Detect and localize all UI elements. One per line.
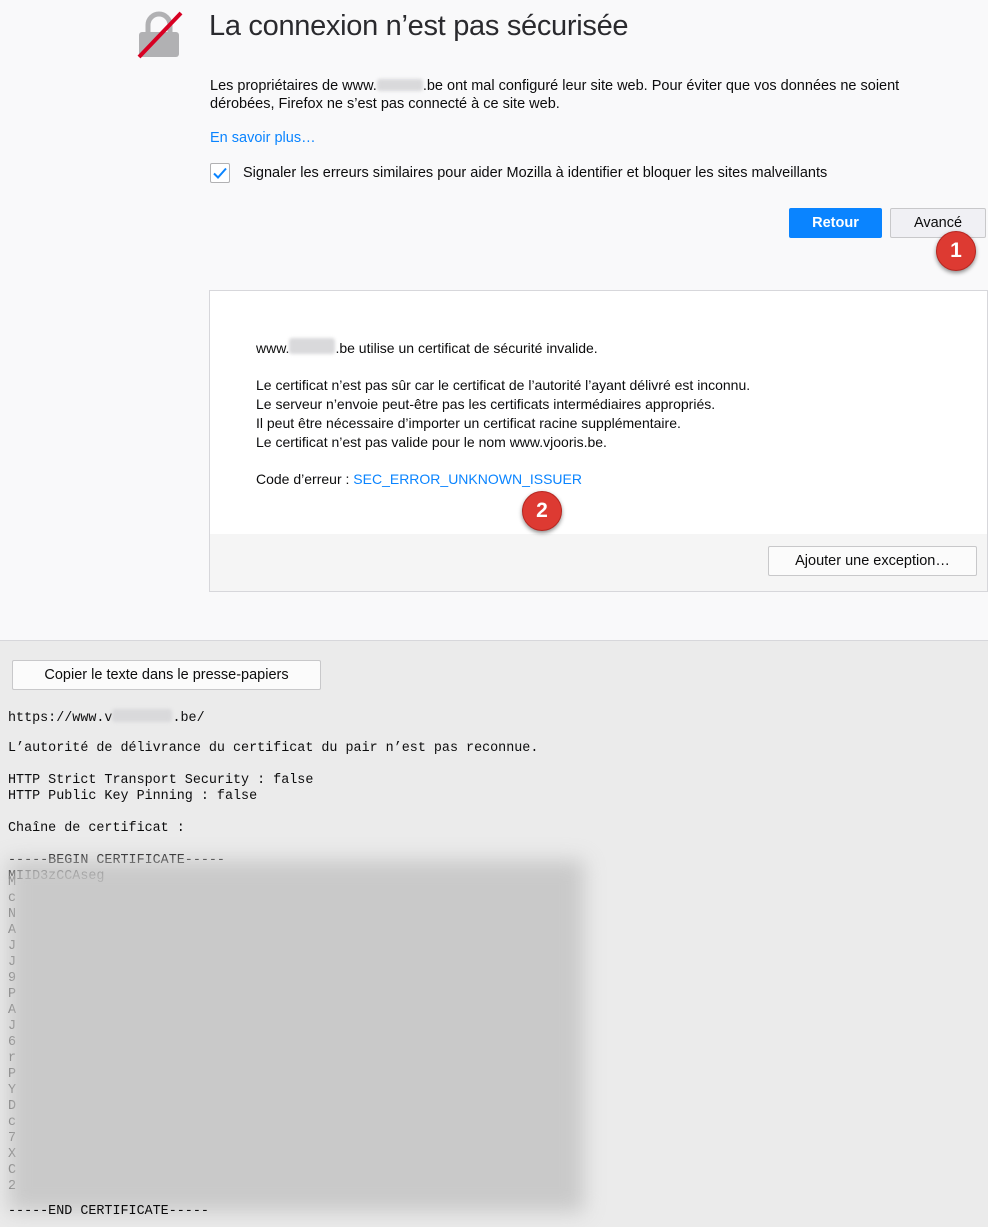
back-button[interactable]: Retour xyxy=(789,208,882,238)
insecure-lock-icon xyxy=(137,11,183,59)
advanced-footer: Ajouter une exception… xyxy=(210,534,987,591)
page-title: La connexion n’est pas sécurisée xyxy=(209,10,629,42)
invalid-cert-line: www. .be utilise un certificat de sécurit… xyxy=(256,338,598,356)
tech-url-line: https://www.v .be/ xyxy=(8,709,205,726)
advanced-button[interactable]: Avancé xyxy=(890,208,986,238)
reason-root-cert: Il peut être nécessaire d’importer un ce… xyxy=(256,415,681,431)
annotation-badge-1: 1 xyxy=(936,231,976,271)
report-label: Signaler les erreurs similaires pour aid… xyxy=(243,165,828,181)
tech-hsts: HTTP Strict Transport Security : false xyxy=(8,773,314,788)
reason-unknown-issuer: Le certificat n’est pas sûr car le certi… xyxy=(256,377,751,393)
tech-issuer-message: L’autorité de délivrance du certificat d… xyxy=(8,741,539,756)
tech-end-cert: -----END CERTIFICATE----- xyxy=(8,1204,209,1219)
tech-hpkp: HTTP Public Key Pinning : false xyxy=(8,789,258,804)
certificate-blur xyxy=(8,860,584,1212)
error-code-line: Code d’erreur : SEC_ERROR_UNKNOWN_ISSUER xyxy=(256,471,582,487)
reason-intermediate: Le serveur n’envoie peut-être pas les ce… xyxy=(256,396,716,412)
error-code-link[interactable]: SEC_ERROR_UNKNOWN_ISSUER xyxy=(353,471,582,487)
error-page: La connexion n’est pas sécurisée Les pro… xyxy=(0,0,988,640)
report-checkbox[interactable] xyxy=(210,163,230,183)
add-exception-button[interactable]: Ajouter une exception… xyxy=(768,546,977,576)
redacted-domain xyxy=(376,79,423,91)
annotation-badge-2: 2 xyxy=(522,491,562,531)
advanced-details: www. .be utilise un certificat de sécurit… xyxy=(256,338,750,489)
copy-to-clipboard-button[interactable]: Copier le texte dans le presse-papiers xyxy=(12,660,321,690)
redacted-domain xyxy=(112,709,173,722)
learn-more-link[interactable]: En savoir plus… xyxy=(210,130,316,146)
redacted-domain xyxy=(289,338,336,354)
technical-details[interactable]: https://www.v .be/L’autorité de délivranc… xyxy=(8,709,968,885)
advanced-panel: www. .be utilise un certificat de sécurit… xyxy=(209,290,988,592)
error-description: Les propriétaires de www. .be ont mal con… xyxy=(210,78,900,112)
tech-chain-label: Chaîne de certificat : xyxy=(8,821,185,836)
reason-name-mismatch: Le certificat n’est pas valide pour le n… xyxy=(256,434,607,450)
checkmark-icon xyxy=(213,167,227,179)
report-errors-option[interactable]: Signaler les erreurs similaires pour aid… xyxy=(210,163,827,183)
